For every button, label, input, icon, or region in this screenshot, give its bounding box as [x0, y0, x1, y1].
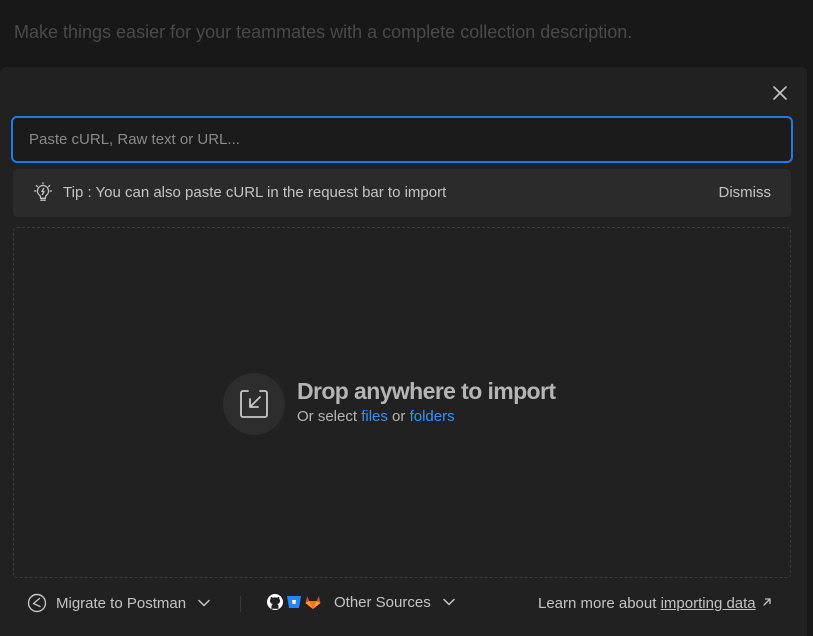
other-sources-button[interactable]: Other Sources	[266, 593, 455, 611]
drop-subtitle: Or select files or folders	[297, 408, 455, 425]
drop-subtitle-prefix: Or select	[297, 408, 358, 425]
select-folders-link[interactable]: folders	[410, 408, 455, 425]
chevron-down-icon	[442, 598, 455, 606]
tip-banner: Tip : You can also paste cURL in the req…	[13, 169, 791, 217]
close-button[interactable]	[768, 81, 792, 105]
chevron-down-icon	[198, 599, 210, 607]
gitlab-icon	[304, 593, 322, 611]
collection-description-placeholder: Make things easier for your teammates wi…	[14, 22, 633, 42]
postman-icon	[27, 593, 47, 613]
import-url-field[interactable]	[11, 116, 793, 163]
import-icon	[223, 373, 285, 435]
select-files-link[interactable]: files	[361, 408, 388, 425]
learn-more-prefix: Learn more about	[538, 595, 657, 612]
tip-text: Tip : You can also paste cURL in the req…	[63, 184, 447, 201]
close-icon	[772, 85, 788, 101]
migrate-label: Migrate to Postman	[56, 594, 187, 612]
lightbulb-icon	[32, 182, 54, 204]
migrate-to-postman-button[interactable]: Migrate to Postman	[27, 593, 210, 613]
other-sources-label: Other Sources	[334, 593, 431, 611]
import-footer: Migrate to Postman Other Sources Learn m…	[0, 590, 807, 620]
drop-zone[interactable]: Drop anywhere to import Or select files …	[13, 227, 791, 578]
importing-data-link[interactable]: importing data	[661, 595, 756, 612]
import-modal: Tip : You can also paste cURL in the req…	[0, 67, 807, 636]
drop-subtitle-or: or	[392, 408, 406, 425]
import-url-input[interactable]	[13, 118, 791, 161]
drop-title: Drop anywhere to import	[297, 378, 556, 404]
bitbucket-icon	[286, 594, 302, 610]
footer-divider	[240, 596, 241, 612]
learn-more: Learn more about importing data	[538, 595, 772, 612]
github-icon	[266, 593, 284, 611]
arrow-up-right-icon	[762, 597, 772, 607]
dismiss-button[interactable]: Dismiss	[719, 184, 772, 201]
